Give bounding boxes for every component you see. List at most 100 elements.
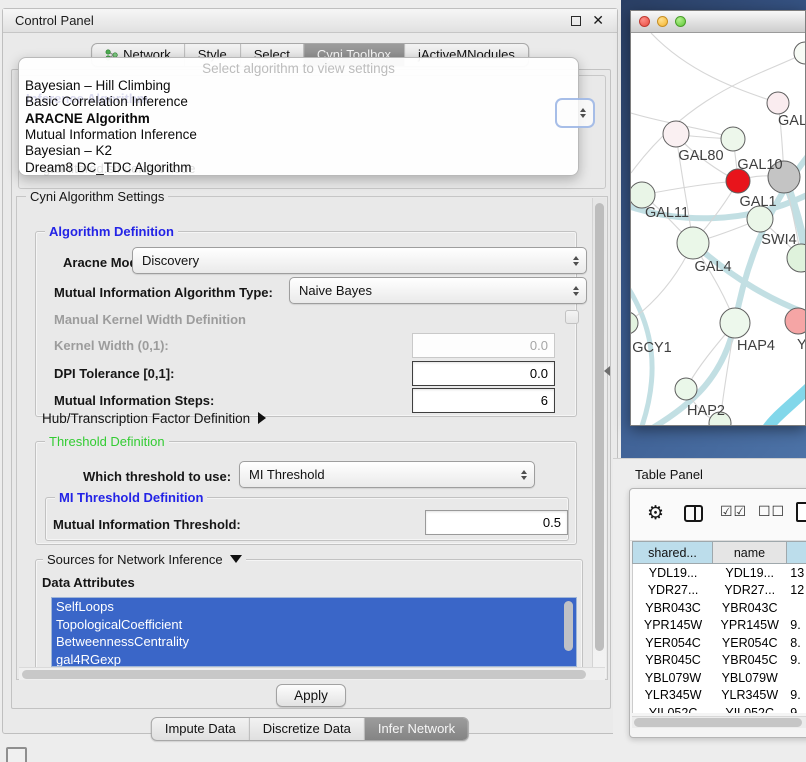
mi-threshold-title: MI Threshold Definition bbox=[55, 490, 207, 505]
tab-discretize-data[interactable]: Discretize Data bbox=[249, 718, 364, 740]
table-row[interactable]: YDL19... YDL19... 13 bbox=[633, 564, 806, 582]
table-cell[interactable]: YER054C bbox=[713, 634, 786, 652]
splitpane-collapse-arrow-icon[interactable] bbox=[604, 366, 610, 376]
network-node-gal80[interactable] bbox=[663, 121, 689, 147]
table-cell[interactable]: YLR345W bbox=[633, 687, 713, 705]
unselect-all-columns-icon[interactable]: ☐☐ bbox=[758, 503, 785, 520]
column-header-partial[interactable] bbox=[787, 541, 806, 564]
network-window-titlebar bbox=[631, 11, 805, 33]
aracne-mode-value: Discovery bbox=[142, 253, 199, 268]
algorithm-option[interactable]: Dream8 DC_TDC Algorithm bbox=[20, 160, 560, 176]
table-cell[interactable]: YDR27... bbox=[713, 582, 786, 600]
table-cell[interactable]: YIL052C bbox=[713, 704, 786, 713]
table-row[interactable]: YIL052C YIL052C 9 bbox=[633, 704, 806, 713]
table-cell[interactable]: YDL19... bbox=[633, 564, 713, 582]
table-cell[interactable]: YBR043C bbox=[713, 599, 786, 617]
list-item[interactable]: gal4RGexp bbox=[52, 651, 576, 668]
which-threshold-combo[interactable]: MI Threshold bbox=[239, 461, 535, 488]
table-hscrollbar-thumb[interactable] bbox=[634, 718, 802, 727]
manual-kernel-checkbox[interactable] bbox=[565, 310, 579, 324]
table-row[interactable]: YLR345W YLR345W 9. bbox=[633, 687, 806, 705]
table-cell[interactable]: 9 bbox=[786, 704, 806, 713]
table-cell[interactable] bbox=[786, 599, 806, 617]
table-cell[interactable]: YPR145W bbox=[713, 617, 786, 635]
minimize-traffic-light-icon[interactable] bbox=[657, 16, 668, 27]
export-table-icon[interactable] bbox=[796, 502, 806, 522]
table-cell[interactable]: YBL079W bbox=[633, 669, 713, 687]
table-row[interactable]: YPR145W YPR145W 9. bbox=[633, 617, 806, 635]
table-cell[interactable]: YDR27... bbox=[633, 582, 713, 600]
table-row[interactable]: YBR043C YBR043C bbox=[633, 599, 806, 617]
column-header-shared-name[interactable]: shared... bbox=[632, 541, 713, 564]
algorithm-option-selected[interactable]: ARACNE Algorithm bbox=[20, 111, 560, 127]
mi-threshold-field[interactable] bbox=[425, 510, 568, 535]
kernel-width-field[interactable] bbox=[412, 333, 555, 358]
table-panel-title: Table Panel bbox=[635, 467, 703, 482]
table-cell[interactable]: 9. bbox=[786, 652, 806, 670]
table-cell[interactable]: YDL19... bbox=[713, 564, 786, 582]
aracne-mode-combo[interactable]: Discovery bbox=[132, 247, 587, 274]
network-node-salmon[interactable] bbox=[785, 308, 805, 334]
algorithm-option[interactable]: Bayesian – K2 bbox=[20, 143, 560, 159]
table-cell[interactable]: YBR043C bbox=[633, 599, 713, 617]
table-cell[interactable]: YBR045C bbox=[633, 652, 713, 670]
tab-impute-data[interactable]: Impute Data bbox=[152, 718, 249, 740]
table-cell[interactable]: 12 bbox=[786, 582, 806, 600]
column-view-icon[interactable] bbox=[684, 505, 703, 522]
algorithm-option[interactable]: Bayesian – Hill Climbing bbox=[20, 78, 560, 94]
stepper-arrows-icon bbox=[521, 470, 527, 480]
table-cell[interactable]: YBL079W bbox=[713, 669, 786, 687]
list-item[interactable]: SelfLoops bbox=[52, 598, 576, 616]
algorithm-option[interactable]: Basic Correlation Inference bbox=[20, 94, 560, 110]
table-cell[interactable]: YPR145W bbox=[633, 617, 713, 635]
zoom-traffic-light-icon[interactable] bbox=[675, 16, 686, 27]
mi-type-combo[interactable]: Naive Bayes bbox=[289, 277, 587, 304]
table-cell[interactable]: YER054C bbox=[633, 634, 713, 652]
network-node[interactable] bbox=[767, 92, 789, 114]
list-item[interactable]: TopologicalCoefficient bbox=[52, 616, 576, 634]
settings-vscrollbar-thumb[interactable] bbox=[595, 203, 604, 651]
settings-scrollpane: Algorithm Definition Aracne Mode: Discov… bbox=[16, 196, 608, 680]
network-node-gal10[interactable] bbox=[721, 127, 745, 151]
table-cell[interactable]: 9. bbox=[786, 687, 806, 705]
close-icon[interactable]: ✕ bbox=[592, 12, 604, 29]
table-row[interactable]: YER054C YER054C 8. bbox=[633, 634, 806, 652]
dpi-tolerance-field[interactable] bbox=[412, 361, 555, 386]
apply-button[interactable]: Apply bbox=[276, 684, 346, 707]
table-cell[interactable]: 13 bbox=[786, 564, 806, 582]
algorithm-option[interactable]: Mutual Information Inference bbox=[20, 127, 560, 143]
table-cell[interactable] bbox=[786, 669, 806, 687]
network-node-hap2[interactable] bbox=[675, 378, 697, 400]
table-cell[interactable]: YIL052C bbox=[633, 704, 713, 713]
table-row[interactable]: YDR27... YDR27... 12 bbox=[633, 582, 806, 600]
network-canvas[interactable]: GAL GAL80 GAL10 GAL1 GAL11 SWI4 GAL4 GCY… bbox=[631, 33, 805, 425]
table-row[interactable]: YBL079W YBL079W bbox=[633, 669, 806, 687]
settings-hscrollbar[interactable] bbox=[19, 667, 605, 680]
close-traffic-light-icon[interactable] bbox=[639, 16, 650, 27]
bottom-left-partial-icon[interactable] bbox=[6, 747, 27, 762]
list-item[interactable]: BetweennessCentrality bbox=[52, 633, 576, 651]
column-header-name[interactable]: name bbox=[713, 541, 787, 564]
settings-vscrollbar[interactable] bbox=[592, 198, 606, 678]
network-node-label: GAL4 bbox=[694, 259, 731, 275]
settings-hscrollbar-thumb[interactable] bbox=[22, 670, 586, 679]
tab-infer-network[interactable]: Infer Network bbox=[364, 718, 468, 740]
gear-icon[interactable]: ⚙ bbox=[647, 502, 664, 525]
list-vscrollbar-thumb[interactable] bbox=[564, 601, 573, 651]
table-row[interactable]: YBR045C YBR045C 9. bbox=[633, 652, 806, 670]
table-cell[interactable]: YLR345W bbox=[713, 687, 786, 705]
table-hscrollbar[interactable] bbox=[632, 716, 806, 728]
network-node[interactable] bbox=[787, 244, 805, 272]
network-node-hap4[interactable] bbox=[720, 308, 750, 338]
mi-steps-field[interactable] bbox=[412, 388, 555, 413]
hub-definition-toggle[interactable]: Hub/Transcription Factor Definition bbox=[42, 411, 266, 426]
network-node-gal4[interactable] bbox=[677, 227, 709, 259]
table-cell[interactable]: 8. bbox=[786, 634, 806, 652]
network-node[interactable] bbox=[794, 42, 805, 64]
table-cell[interactable]: YBR045C bbox=[713, 652, 786, 670]
sources-toggle[interactable]: Sources for Network Inference bbox=[43, 552, 246, 567]
mi-type-value: Naive Bayes bbox=[299, 283, 372, 298]
select-all-columns-icon[interactable]: ☑☑ bbox=[720, 503, 747, 520]
float-window-icon[interactable] bbox=[571, 16, 581, 26]
table-cell[interactable]: 9. bbox=[786, 617, 806, 635]
